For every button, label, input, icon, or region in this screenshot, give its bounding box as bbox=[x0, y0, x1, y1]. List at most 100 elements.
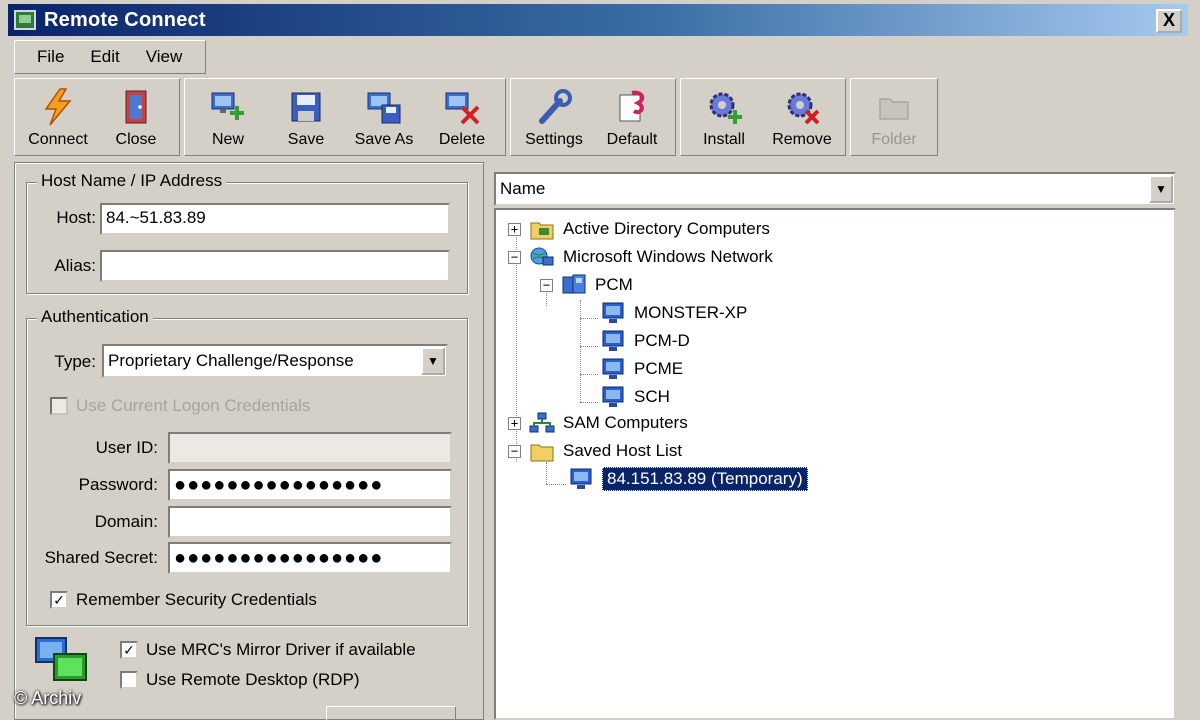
sam-network-icon bbox=[529, 412, 555, 433]
tree-node-windows-network[interactable]: − Microsoft Windows Network bbox=[508, 244, 773, 270]
auth-type-select[interactable]: Proprietary Challenge/Response ▼ bbox=[102, 344, 448, 378]
save-label: Save bbox=[287, 131, 325, 148]
install-button[interactable]: Install bbox=[685, 79, 763, 155]
folder-button[interactable]: Folder bbox=[855, 79, 933, 155]
install-gear-icon bbox=[704, 87, 744, 127]
use-current-logon-checkbox[interactable] bbox=[50, 397, 68, 415]
install-label: Install bbox=[703, 131, 745, 148]
tree-node-pcme[interactable]: PCME bbox=[600, 356, 683, 382]
connect-label: Connect bbox=[28, 131, 88, 148]
default-flag-icon bbox=[612, 87, 652, 127]
new-host-icon bbox=[208, 87, 248, 127]
shared-secret-input[interactable]: ●●●●●●●●●●●●●●●● bbox=[168, 542, 452, 574]
domain-group-icon bbox=[562, 274, 586, 294]
auth-group-title: Authentication bbox=[37, 307, 153, 327]
tree-line bbox=[580, 402, 598, 403]
delete-label: Delete bbox=[438, 131, 486, 148]
close-door-icon bbox=[116, 87, 156, 127]
host-input[interactable]: 84.~51.83.89 bbox=[100, 203, 450, 235]
tree-node-label: SAM Computers bbox=[563, 413, 688, 432]
new-button[interactable]: New bbox=[189, 79, 267, 155]
settings-label: Settings bbox=[525, 131, 583, 148]
settings-button[interactable]: Settings bbox=[515, 79, 593, 155]
host-group-title: Host Name / IP Address bbox=[37, 171, 227, 191]
menu-edit[interactable]: Edit bbox=[90, 47, 119, 67]
menu-bar: File Edit View bbox=[14, 40, 206, 74]
rdp-label: Use Remote Desktop (RDP) bbox=[146, 670, 360, 689]
menu-view[interactable]: View bbox=[146, 47, 183, 67]
windows-network-icon bbox=[530, 247, 554, 266]
remember-credentials-label: Remember Security Credentials bbox=[76, 590, 317, 609]
toolbar-group-folder: Folder bbox=[850, 78, 938, 156]
tree-node-pcm[interactable]: − PCM bbox=[540, 272, 633, 298]
tree-node-saved-host-list[interactable]: − Saved Host List bbox=[508, 438, 682, 464]
alias-input[interactable] bbox=[100, 250, 450, 282]
toolbar-group-connection: Connect Close bbox=[14, 78, 180, 156]
rdp-checkbox[interactable] bbox=[120, 671, 138, 689]
tree-node-pcm-d[interactable]: PCM-D bbox=[600, 328, 690, 354]
computer-monitor-icon bbox=[570, 468, 592, 489]
auth-type-dropdown-arrow[interactable]: ▼ bbox=[421, 347, 445, 375]
rdp-row: Use Remote Desktop (RDP) bbox=[120, 670, 360, 690]
use-current-logon-row: Use Current Logon Credentials bbox=[50, 396, 310, 416]
default-label: Default bbox=[606, 131, 658, 148]
tree-node-label: SCH bbox=[634, 387, 670, 406]
connect-button[interactable]: Connect bbox=[19, 79, 97, 155]
close-label: Close bbox=[115, 131, 157, 148]
display-monitors-icon bbox=[34, 636, 90, 688]
wrench-icon bbox=[534, 87, 574, 127]
domain-label: Domain: bbox=[94, 512, 158, 531]
folder-icon bbox=[874, 87, 914, 127]
tree-line bbox=[580, 374, 598, 375]
window-close-button[interactable]: X bbox=[1156, 9, 1182, 33]
tree-expander[interactable]: + bbox=[508, 222, 521, 236]
tree-node-sch[interactable]: SCH bbox=[600, 384, 670, 410]
tree-expander[interactable]: + bbox=[508, 416, 521, 430]
computer-monitor-icon bbox=[602, 386, 624, 407]
tree-node-active-directory[interactable]: + Active Directory Computers bbox=[508, 216, 770, 242]
domain-input[interactable] bbox=[168, 506, 452, 538]
tree-expander[interactable]: − bbox=[540, 278, 553, 292]
host-tree[interactable]: + Active Directory Computers − Microsoft… bbox=[494, 208, 1176, 720]
column-select[interactable]: Name ▼ bbox=[494, 172, 1176, 206]
password-label: Password: bbox=[78, 475, 158, 494]
tree-expander[interactable]: − bbox=[508, 250, 521, 264]
connect-bolt-icon bbox=[38, 87, 78, 127]
delete-host-icon bbox=[442, 87, 482, 127]
save-as-button[interactable]: Save As bbox=[345, 79, 423, 155]
type-label: Type: bbox=[54, 352, 96, 371]
column-select-dropdown-arrow[interactable]: ▼ bbox=[1149, 175, 1173, 203]
tree-node-label-selected: 84.151.83.89 (Temporary) bbox=[602, 467, 808, 491]
mirror-driver-checkbox[interactable]: ✓ bbox=[120, 641, 138, 659]
save-button[interactable]: Save bbox=[267, 79, 345, 155]
tree-node-temporary-host[interactable]: 84.151.83.89 (Temporary) bbox=[568, 466, 808, 492]
tree-line bbox=[580, 300, 581, 402]
tree-node-label: MONSTER-XP bbox=[634, 303, 748, 322]
connect-action-button[interactable] bbox=[326, 706, 456, 720]
remember-credentials-checkbox[interactable]: ✓ bbox=[50, 591, 68, 609]
tree-node-label: Active Directory Computers bbox=[563, 219, 770, 238]
menu-file[interactable]: File bbox=[37, 47, 64, 67]
mirror-driver-row: ✓ Use MRC's Mirror Driver if available bbox=[120, 640, 416, 660]
user-id-input[interactable] bbox=[168, 432, 452, 464]
close-connection-button[interactable]: Close bbox=[97, 79, 175, 155]
save-as-icon bbox=[364, 87, 404, 127]
tree-line bbox=[546, 462, 547, 484]
auth-type-value: Proprietary Challenge/Response bbox=[108, 351, 354, 370]
password-input[interactable]: ●●●●●●●●●●●●●●●● bbox=[168, 469, 452, 501]
tree-node-label: Saved Host List bbox=[563, 441, 683, 460]
shared-secret-label: Shared Secret: bbox=[44, 548, 158, 567]
window-title: Remote Connect bbox=[44, 8, 206, 31]
delete-button[interactable]: Delete bbox=[423, 79, 501, 155]
column-select-value: Name bbox=[500, 179, 546, 198]
tree-expander[interactable]: − bbox=[508, 444, 521, 458]
tree-node-label: PCM bbox=[595, 275, 633, 294]
remove-button[interactable]: Remove bbox=[763, 79, 841, 155]
use-current-logon-label: Use Current Logon Credentials bbox=[76, 396, 311, 415]
tree-node-monster-xp[interactable]: MONSTER-XP bbox=[600, 300, 747, 326]
tree-node-sam-computers[interactable]: + SAM Computers bbox=[508, 410, 688, 436]
tree-node-label: PCME bbox=[634, 359, 684, 378]
default-button[interactable]: Default bbox=[593, 79, 671, 155]
toolbar-group-settings: Settings Default bbox=[510, 78, 676, 156]
tree-line bbox=[546, 484, 566, 485]
